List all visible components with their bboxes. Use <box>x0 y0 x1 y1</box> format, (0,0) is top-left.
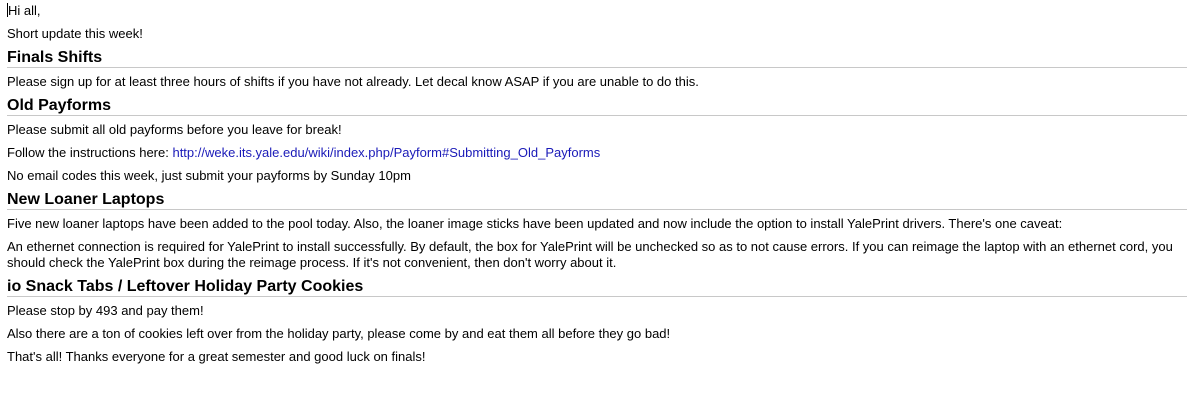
closing-text: That's all! Thanks everyone for a great … <box>7 349 426 364</box>
greeting-text: Hi all, <box>8 3 41 18</box>
finals-shifts-paragraph: Please sign up for at least three hours … <box>7 74 699 89</box>
section-heading-finals-shifts: Finals Shifts <box>7 48 1187 68</box>
loaner-laptops-paragraph-1: Five new loaner laptops have been added … <box>7 216 1063 231</box>
snack-tabs-paragraph-1: Please stop by 493 and pay them! <box>7 303 204 318</box>
old-payforms-paragraph-1: Please submit all old payforms before yo… <box>7 122 342 137</box>
section-heading-snack-tabs: io Snack Tabs / Leftover Holiday Party C… <box>7 277 1187 297</box>
instructions-prefix: Follow the instructions here: <box>7 145 173 160</box>
message-body[interactable]: Hi all, Short update this week! Finals S… <box>0 0 1194 365</box>
section-heading-old-payforms: Old Payforms <box>7 96 1187 116</box>
loaner-laptops-paragraph-2: An ethernet connection is required for Y… <box>7 239 1173 270</box>
section-heading-new-loaner-laptops: New Loaner Laptops <box>7 190 1187 210</box>
old-payforms-paragraph-2: Follow the instructions here: http://wek… <box>7 145 1187 161</box>
old-payforms-paragraph-3: No email codes this week, just submit yo… <box>7 168 411 183</box>
greeting-line: Hi all, <box>7 3 1187 19</box>
snack-tabs-paragraph-2: Also there are a ton of cookies left ove… <box>7 326 671 341</box>
payform-instructions-link[interactable]: http://weke.its.yale.edu/wiki/index.php/… <box>172 145 600 160</box>
intro-text: Short update this week! <box>7 26 143 41</box>
